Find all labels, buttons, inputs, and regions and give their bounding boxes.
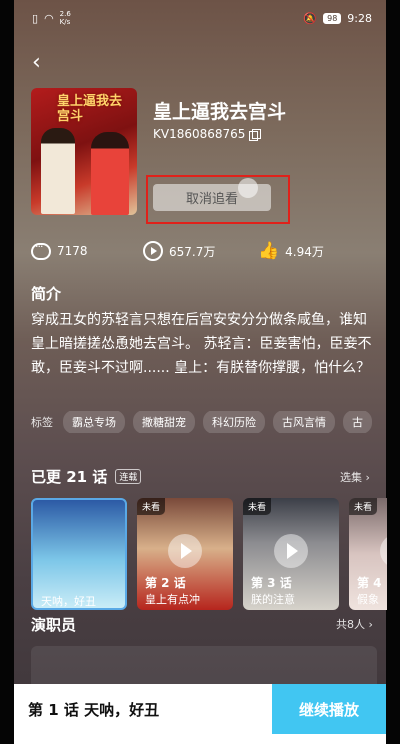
thumbs-up-icon: 👍 (258, 240, 280, 261)
clock: 9:28 (347, 11, 372, 25)
episode-name: 假象 (357, 593, 379, 606)
bottom-bar: 第 1 话 天呐，好丑 继续播放 (14, 684, 386, 734)
wifi-icon: ◠ (44, 11, 54, 25)
drama-poster[interactable]: 皇上逼我去宫斗 (31, 88, 137, 215)
comments-count: 7178 (57, 244, 88, 258)
back-arrow-icon[interactable]: ‹ (32, 50, 41, 75)
comment-icon (31, 240, 51, 260)
unwatched-badge: 未看 (349, 498, 378, 515)
intro-heading: 简介 (31, 285, 62, 303)
copy-icon[interactable] (249, 128, 262, 141)
episode-name: 朕的注意 (251, 593, 295, 606)
status-left: ▯ ◠ 2.6 K/s (32, 10, 71, 26)
network-speed: 2.6 K/s (59, 10, 71, 26)
tags-row: 标签 霸总专场 撒糖甜宠 科幻历险 古风言情 古 (31, 411, 386, 433)
play-icon (168, 534, 202, 568)
phone-frame-left (0, 0, 14, 744)
touch-indicator (238, 178, 258, 198)
drama-title: 皇上逼我去宫斗 (153, 101, 287, 123)
poster-figure-woman (91, 132, 129, 215)
episode-number: 第 4 (357, 576, 382, 590)
episode-name: 天呐，好丑 (41, 595, 96, 608)
play-count-icon (143, 241, 163, 261)
likes-stat[interactable]: 👍 4.94万 (258, 240, 324, 262)
sim-icon: ▯ (32, 11, 39, 25)
episode-name: 皇上有点冲 (145, 593, 200, 606)
episode-card[interactable]: 未看 第 3 话 朕的注意 (243, 498, 339, 610)
tag-item[interactable]: 撒糖甜宠 (133, 411, 195, 433)
play-icon (380, 534, 387, 568)
plays-stat: 657.7万 (143, 240, 258, 262)
tag-item[interactable]: 科幻历险 (203, 411, 265, 433)
tag-item[interactable]: 古 (343, 411, 372, 433)
battery-indicator: 98 (323, 12, 342, 24)
tag-item[interactable]: 霸总专场 (63, 411, 125, 433)
episodes-count: 已更 21 话 (31, 468, 108, 486)
tag-item[interactable]: 古风言情 (273, 411, 335, 433)
episodes-heading: 已更 21 话 连载 (31, 466, 142, 487)
intro-text: 穿成丑女的苏轻言只想在后宫安安分分做条咸鱼，谁知皇上暗搓搓怂恿她去宫斗。 苏轻言… (31, 312, 372, 376)
stats-row: 7178 657.7万 👍 4.94万 (31, 240, 371, 262)
system-nav-bar (14, 734, 386, 744)
select-episode-link[interactable]: 选集 › (340, 469, 370, 485)
now-playing-episode[interactable]: 第 1 话 天呐，好丑 (14, 684, 272, 734)
plays-count: 657.7万 (169, 244, 216, 259)
episode-card[interactable]: 未看 第 4 假象 (349, 498, 387, 610)
unwatched-badge: 未看 (137, 498, 166, 515)
mute-icon: 🔕 (303, 11, 318, 25)
unwatched-badge: 未看 (243, 498, 272, 515)
likes-count: 4.94万 (285, 244, 324, 259)
status-bar: ▯ ◠ 2.6 K/s 🔕 98 9:28 (14, 0, 386, 36)
episode-number: 第 2 话 (145, 576, 186, 590)
poster-figure-man (41, 128, 75, 214)
serializing-badge: 连载 (115, 469, 142, 484)
episode-number: 第 3 话 (251, 576, 292, 590)
drama-detail-screen: ▯ ◠ 2.6 K/s 🔕 98 9:28 ‹ 皇上逼我去宫斗 皇上逼我去宫斗 K… (0, 0, 400, 744)
poster-title-art: 皇上逼我去宫斗 (57, 94, 123, 124)
cast-count-link[interactable]: 共8人 › (336, 616, 373, 632)
comments-stat[interactable]: 7178 (31, 240, 143, 262)
continue-play-button[interactable]: 继续播放 (272, 684, 386, 734)
tags-label: 标签 (31, 416, 53, 429)
cast-heading: 演职员 (31, 616, 77, 634)
drama-code-text: KV1860868765 (153, 127, 246, 141)
episode-list: 天呐，好丑 未看 第 2 话 皇上有点冲 未看 第 3 话 朕的注意 未看 第 … (31, 498, 387, 610)
episode-card[interactable]: 未看 第 2 话 皇上有点冲 (137, 498, 233, 610)
cast-list (31, 646, 377, 686)
episode-card[interactable]: 天呐，好丑 (31, 498, 127, 610)
phone-frame-right (386, 0, 400, 744)
status-right: 🔕 98 9:28 (303, 12, 372, 25)
drama-code: KV1860868765 (153, 127, 262, 141)
play-icon (274, 534, 308, 568)
